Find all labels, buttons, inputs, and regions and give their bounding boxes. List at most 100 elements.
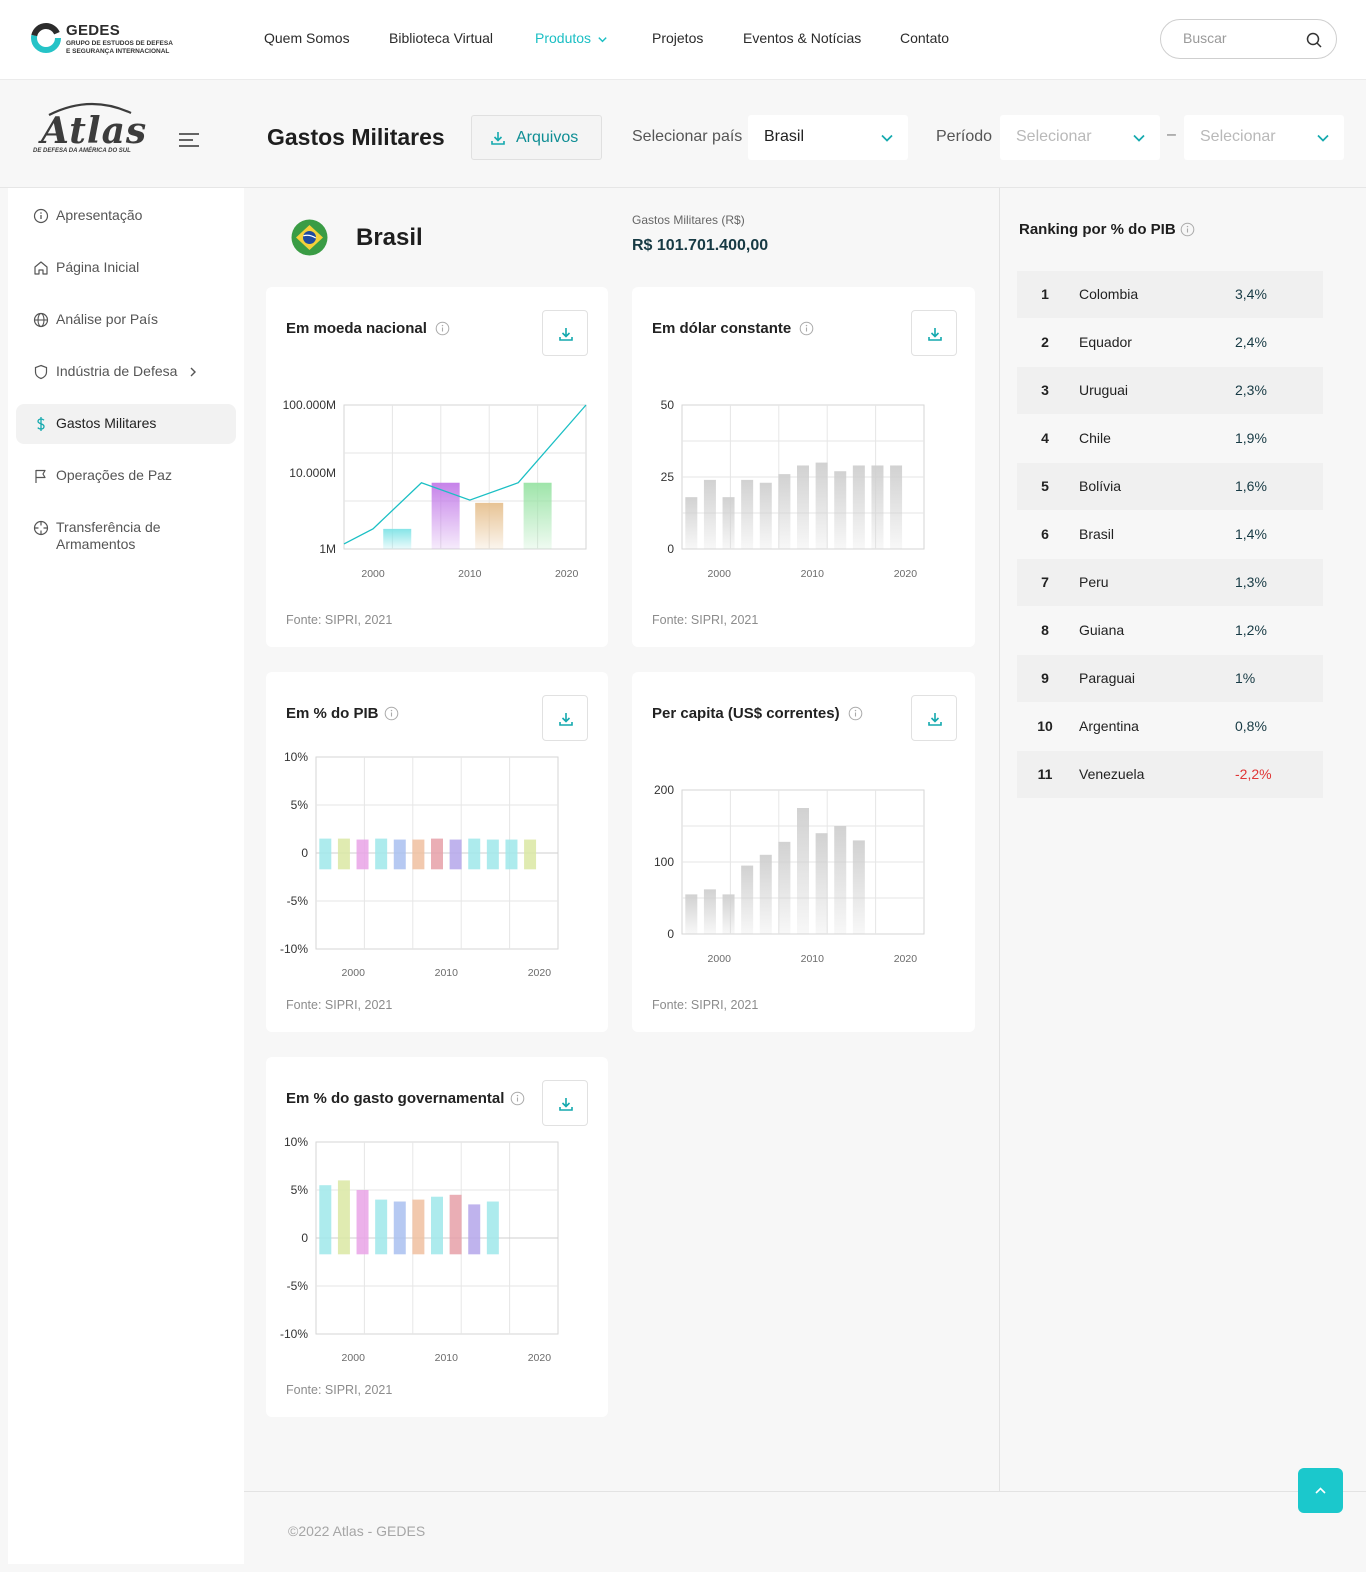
nav-item-eventos-noticias[interactable]: Eventos & Notícias: [743, 30, 861, 46]
nav-item-biblioteca-virtual[interactable]: Biblioteca Virtual: [389, 30, 493, 46]
chart-bar: [375, 838, 388, 870]
ranking-row: 6 Brasil 1,4%: [1017, 511, 1323, 558]
chevron-down-icon: [881, 134, 893, 142]
ranking-value: 2,3%: [1235, 382, 1267, 398]
info-icon[interactable]: [799, 321, 814, 336]
period-to-placeholder: Selecionar: [1200, 128, 1276, 145]
chart-bar: [337, 838, 350, 870]
chart-bar: [759, 854, 772, 934]
ranking-country: Colombia: [1079, 286, 1139, 302]
chart-x-tick-label: 2010: [458, 568, 482, 580]
sidebar-item-label: Operações de Paz: [56, 467, 172, 483]
info-icon[interactable]: [384, 706, 399, 721]
sidebar-item-gastos-militares[interactable]: Gastos Militares: [16, 404, 236, 444]
chart-y-tick-label: 0: [301, 846, 308, 860]
sidebar-item-operacoes-de-paz[interactable]: Operações de Paz: [16, 456, 236, 496]
chart-bar: [685, 497, 698, 549]
ranking-country: Brasil: [1079, 526, 1115, 542]
ranking-value: -2,2%: [1235, 766, 1272, 782]
card-title: Per capita (US$ correntes): [652, 705, 840, 722]
search-box: [1160, 19, 1337, 59]
chart-y-tick-label: -5%: [287, 1279, 309, 1293]
ranking-value: 0,8%: [1235, 718, 1267, 734]
info-icon: [33, 208, 49, 224]
ranking-country: Guiana: [1079, 622, 1125, 638]
sidebar-item-label: Análise por País: [56, 311, 158, 327]
download-button[interactable]: [542, 695, 588, 741]
sidebar-item-industria-de-defesa[interactable]: Indústria de Defesa: [16, 352, 236, 392]
search-input[interactable]: [1183, 30, 1293, 46]
ranking-country: Argentina: [1079, 718, 1139, 734]
chart-x-tick-label: 2000: [708, 953, 732, 965]
ranking-country: Equador: [1079, 334, 1132, 350]
chart-x-tick-label: 2010: [435, 967, 459, 979]
chart-y-tick-label: 200: [654, 783, 674, 797]
chevron-right-icon: [190, 367, 196, 377]
download-button[interactable]: [911, 695, 957, 741]
chart-card-per-capita: Per capita (US$ correntes) 0 100 200 2000 20…: [632, 672, 975, 1032]
info-icon[interactable]: [435, 321, 450, 336]
info-icon[interactable]: [510, 1091, 525, 1106]
scroll-to-top-button[interactable]: [1298, 1468, 1343, 1513]
info-icon[interactable]: [848, 706, 863, 721]
chart-bar: [375, 1199, 388, 1255]
chart-y-tick-label: -10%: [280, 1327, 308, 1341]
nav-item-quem-somos[interactable]: Quem Somos: [264, 30, 350, 46]
download-button[interactable]: [542, 310, 588, 356]
period-from-select[interactable]: Selecionar: [1000, 115, 1160, 160]
menu-toggle-icon[interactable]: [178, 132, 200, 148]
chart-bar: [871, 465, 884, 549]
sidebar-item-pagina-inicial[interactable]: Página Inicial: [16, 248, 236, 288]
sidebar-item-label: Transferência de Armamentos: [56, 519, 161, 552]
gedes-logo-icon[interactable]: [30, 22, 62, 54]
period-separator: –: [1167, 126, 1176, 143]
sidebar-item-transferencia-de-armamentos[interactable]: Transferência de Armamentos: [16, 508, 236, 556]
card-title: Em dólar constante: [652, 320, 792, 337]
chart-x-tick-label: 2000: [342, 967, 366, 979]
chart-card-pct-pib: Em % do PIB 10% 5% 0 -5% -10% 2000 2010 2020 Fo…: [266, 672, 608, 1032]
info-icon[interactable]: [1180, 222, 1195, 237]
nav-item-projetos[interactable]: Projetos: [652, 30, 703, 46]
card-title: Em % do gasto governamental: [286, 1090, 505, 1107]
ranking-value: 1,9%: [1235, 430, 1267, 446]
sidebar-item-apresentacao[interactable]: Apresentação: [16, 196, 236, 236]
card-title: Em moeda nacional: [286, 320, 427, 337]
brand-name[interactable]: GEDES: [66, 22, 120, 39]
chart-bar: [431, 838, 443, 870]
nav-item-contato[interactable]: Contato: [900, 30, 949, 46]
chart-bar: [431, 1196, 443, 1255]
ranking-rank: 10: [1037, 718, 1053, 734]
chart-x-tick-label: 2020: [555, 568, 579, 580]
download-button[interactable]: [911, 310, 957, 356]
ranking-row: 9 Paraguai 1%: [1017, 655, 1323, 702]
chevron-down-icon: [1317, 134, 1329, 142]
brand-subtitle-line1: GRUPO DE ESTUDOS DE DEFESA: [66, 40, 173, 47]
chart-bar: [741, 479, 754, 549]
country-select-label: Selecionar país: [632, 128, 743, 145]
chart-bar: [383, 528, 412, 549]
download-icon: [491, 132, 505, 145]
chart-bar: [319, 1185, 332, 1255]
chart-bar: [778, 841, 791, 934]
flag-icon: [35, 469, 46, 483]
period-to-select[interactable]: Selecionar: [1184, 115, 1344, 160]
chart-bar: [319, 838, 332, 870]
sidebar-item-analise-por-pais[interactable]: Análise por País: [16, 300, 236, 340]
ranking-rank: 3: [1041, 382, 1049, 398]
chart-bar: [524, 839, 537, 870]
home-icon: [34, 261, 48, 275]
chart-x-tick-label: 2020: [894, 953, 918, 965]
atlas-logo[interactable]: Atlas DE DEFESA DA AMÉRICA DO SUL: [33, 98, 148, 160]
top-navbar: GEDES GRUPO DE ESTUDOS DE DEFESA E SEGURA…: [0, 0, 1366, 80]
sidebar-item-label: Apresentação: [56, 207, 143, 223]
chart-card-pct-gasto-governamental: Em % do gasto governamental 10% 5% 0 -5% -10…: [266, 1057, 608, 1417]
chart-y-tick-label: 25: [661, 470, 675, 484]
country-select[interactable]: Brasil: [748, 115, 908, 160]
chart-y-tick-label: 0: [301, 1231, 308, 1245]
country-name: Brasil: [356, 224, 423, 251]
search-icon[interactable]: [1305, 31, 1323, 49]
files-button[interactable]: Arquivos: [471, 115, 602, 160]
download-button[interactable]: [542, 1080, 588, 1126]
nav-item-produtos[interactable]: Produtos: [535, 30, 608, 46]
ranking-country: Uruguai: [1079, 382, 1129, 398]
